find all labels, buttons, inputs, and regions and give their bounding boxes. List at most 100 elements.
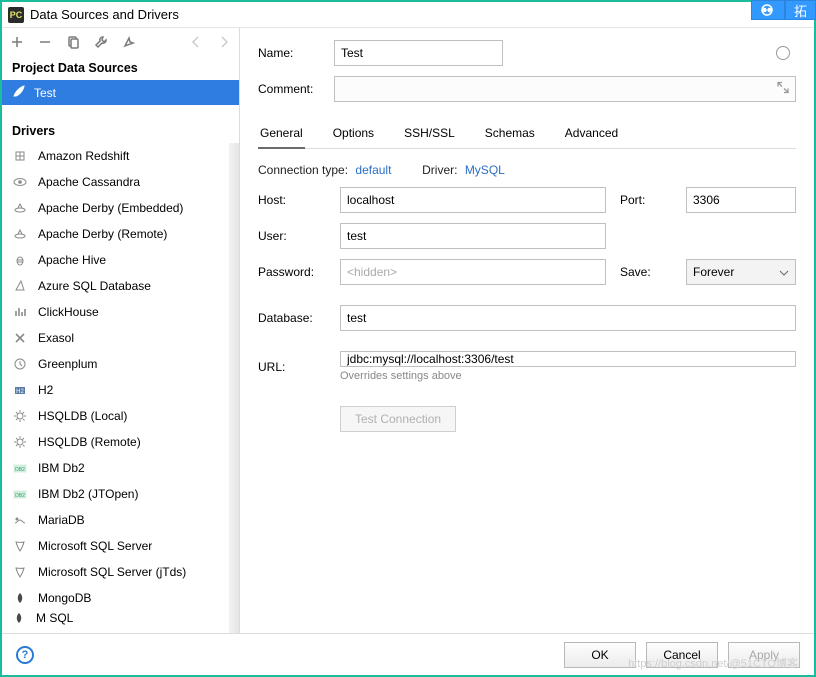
leaf-icon (12, 611, 26, 625)
driver-label: HSQLDB (Remote) (38, 435, 141, 449)
mssql-icon (12, 564, 28, 580)
help-button[interactable]: ? (16, 646, 34, 664)
tab-bar: General Options SSH/SSL Schemas Advanced (258, 120, 796, 149)
azure-icon (12, 278, 28, 294)
host-label: Host: (258, 193, 326, 207)
driver-item[interactable]: Microsoft SQL Server (2, 533, 229, 559)
user-input[interactable] (340, 223, 606, 249)
driver-item[interactable]: Apache Hive (2, 247, 229, 273)
driver-label: Microsoft SQL Server (jTds) (38, 565, 186, 579)
save-select-value: Forever (693, 265, 734, 279)
back-button[interactable] (187, 33, 205, 51)
host-input[interactable] (340, 187, 606, 213)
db2-icon: DB2 (12, 486, 28, 502)
svg-text:DB2: DB2 (15, 467, 25, 473)
wrench-button[interactable] (92, 33, 110, 51)
database-label: Database: (258, 311, 326, 325)
external-badge-icon (751, 0, 785, 20)
driver-item[interactable]: Amazon Redshift (2, 143, 229, 169)
driver-item[interactable]: H2 H2 (2, 377, 229, 403)
driver-label: M SQL (36, 611, 73, 625)
url-hint: Overrides settings above (340, 370, 796, 382)
tab-sshssl[interactable]: SSH/SSL (402, 120, 457, 148)
scrollbar[interactable] (229, 143, 239, 633)
driver-label: Apache Derby (Embedded) (38, 201, 183, 215)
database-input[interactable] (340, 305, 796, 331)
driver-item[interactable]: Apache Cassandra (2, 169, 229, 195)
driver-label: Azure SQL Database (38, 279, 151, 293)
driver-item[interactable]: HSQLDB (Remote) (2, 429, 229, 455)
driver-item[interactable]: DB2IBM Db2 (JTOpen) (2, 481, 229, 507)
driver-item[interactable]: Exasol (2, 325, 229, 351)
tab-advanced[interactable]: Advanced (563, 120, 620, 148)
driver-item[interactable]: Greenplum (2, 351, 229, 377)
forward-button[interactable] (215, 33, 233, 51)
driver-item[interactable]: Microsoft SQL Server (jTds) (2, 559, 229, 585)
driver-label: ClickHouse (38, 305, 99, 319)
add-button[interactable] (8, 33, 26, 51)
driver-label: Driver: (422, 163, 457, 177)
comment-label: Comment: (258, 82, 322, 96)
name-input[interactable] (334, 40, 503, 66)
driver-item[interactable]: Apache Derby (Embedded) (2, 195, 229, 221)
left-toolbar (2, 28, 239, 56)
save-select[interactable]: Forever (686, 259, 796, 285)
name-label: Name: (258, 46, 322, 60)
driver-item[interactable]: M SQL (2, 611, 229, 625)
url-input[interactable] (340, 351, 796, 367)
driver-label: Amazon Redshift (38, 149, 129, 163)
driver-item[interactable]: DB2 IBM Db2 (2, 455, 229, 481)
gear-icon (12, 434, 28, 450)
driver-item[interactable]: Apache Derby (Remote) (2, 221, 229, 247)
bee-icon (12, 252, 28, 268)
test-connection-button[interactable]: Test Connection (340, 406, 456, 432)
cancel-button[interactable]: Cancel (646, 642, 718, 668)
apply-button[interactable]: Apply (728, 642, 800, 668)
color-circle-icon[interactable] (776, 46, 790, 60)
driver-item[interactable]: MariaDB (2, 507, 229, 533)
project-data-sources-header: Project Data Sources (2, 56, 239, 80)
comment-input[interactable] (334, 76, 796, 102)
driver-item[interactable]: Azure SQL Database (2, 273, 229, 299)
hat-icon (12, 200, 28, 216)
window-title: Data Sources and Drivers (30, 7, 179, 22)
ok-button[interactable]: OK (564, 642, 636, 668)
driver-label: HSQLDB (Local) (38, 409, 127, 423)
driver-label: Greenplum (38, 357, 97, 371)
tab-general[interactable]: General (258, 120, 305, 148)
tab-options[interactable]: Options (331, 120, 376, 148)
url-label: URL: (258, 360, 326, 374)
port-input[interactable] (686, 187, 796, 213)
driver-link[interactable]: MySQL (465, 163, 505, 177)
user-label: User: (258, 229, 326, 243)
copy-button[interactable] (64, 33, 82, 51)
driver-label: Microsoft SQL Server (38, 539, 152, 553)
clock-icon (12, 356, 28, 372)
driver-item[interactable]: HSQLDB (Local) (2, 403, 229, 429)
quill-icon (12, 84, 26, 101)
connection-type-label: Connection type: (258, 163, 348, 177)
password-input[interactable] (340, 259, 606, 285)
revert-button[interactable] (120, 33, 138, 51)
driver-item[interactable]: MongoDB (2, 585, 229, 611)
tab-schemas[interactable]: Schemas (483, 120, 537, 148)
chevron-down-icon (779, 265, 789, 279)
port-label: Port: (620, 193, 672, 207)
external-overlay: 拓 (751, 0, 816, 20)
seal-icon (12, 512, 28, 528)
leaf-icon (12, 590, 28, 606)
connection-type-link[interactable]: default (355, 163, 391, 177)
h2-icon: H2 (12, 382, 28, 398)
x-icon (12, 330, 28, 346)
app-icon: PC (8, 7, 24, 23)
driver-label: IBM Db2 (38, 461, 85, 475)
driver-label: Apache Derby (Remote) (38, 227, 167, 241)
datasource-item-test[interactable]: Test (2, 80, 239, 105)
remove-button[interactable] (36, 33, 54, 51)
driver-item[interactable]: ClickHouse (2, 299, 229, 325)
driver-label: Exasol (38, 331, 74, 345)
db2-icon: DB2 (12, 460, 28, 476)
expand-icon[interactable] (777, 82, 789, 97)
driver-label: H2 (38, 383, 53, 397)
driver-label: Apache Hive (38, 253, 106, 267)
